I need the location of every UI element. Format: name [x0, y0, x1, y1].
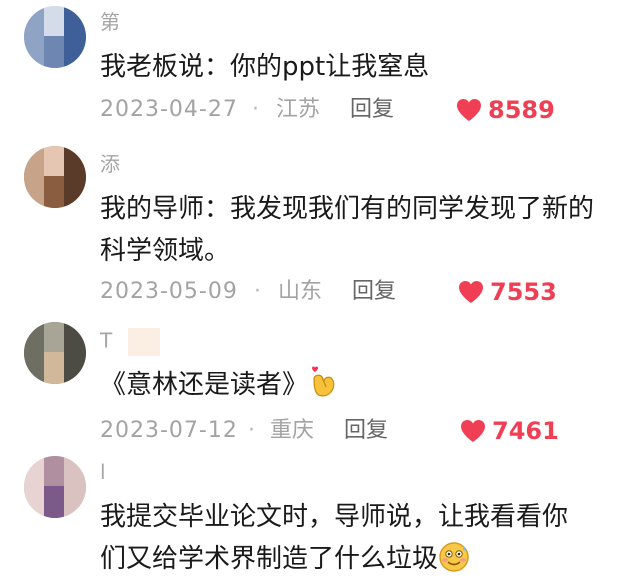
- username[interactable]: 添: [100, 152, 120, 176]
- like-count: 7553: [490, 278, 557, 306]
- separator-dot: ·: [248, 418, 255, 443]
- like-count: 7461: [492, 417, 559, 445]
- comment-meta: 2023-05-09 · 山东 回复 7553: [100, 277, 620, 307]
- name-mosaic: [128, 328, 161, 356]
- comment-text: 《意林还是读者》: [100, 364, 620, 412]
- comment-location: 重庆: [270, 418, 315, 443]
- like-button[interactable]: 8589: [456, 95, 555, 125]
- username[interactable]: 第: [100, 10, 120, 34]
- comment-item: T 《意林还是读者》 2023-07-12 · 重庆 回复 7461: [0, 320, 640, 454]
- reply-button[interactable]: 回复: [352, 277, 396, 307]
- comment-date: 2023-05-09: [100, 279, 238, 304]
- comment-item: 第 我老板说：你的ppt让我窒息 2023-04-27 · 江苏 回复 8589: [0, 0, 640, 140]
- comment-meta: 2023-07-12 · 重庆 回复 7461: [100, 416, 620, 446]
- comment-meta: 2023-04-27 · 江苏 回复 8589: [100, 95, 620, 125]
- comment-item: 添 我的导师：我发现我们有的同学发现了新的科学领域。 2023-05-09 · …: [0, 140, 640, 320]
- separator-dot: ·: [254, 279, 261, 304]
- comment-text: 我老板说：你的ppt让我窒息: [100, 52, 430, 82]
- heart-icon: [459, 281, 483, 303]
- comment-location: 山东: [278, 279, 323, 304]
- separator-dot: ·: [252, 97, 259, 122]
- comment-text: 我的导师：我发现我们有的同学发现了新的科学领域。: [100, 194, 595, 266]
- heart-icon: [457, 99, 481, 121]
- like-button[interactable]: 7553: [458, 277, 557, 307]
- finger-heart-emoji: [308, 365, 338, 412]
- comment-location: 江苏: [276, 97, 321, 122]
- like-button[interactable]: 7461: [460, 416, 559, 446]
- username-text: T: [100, 328, 113, 353]
- comment-date: 2023-07-12: [100, 418, 238, 443]
- like-count: 8589: [488, 96, 555, 124]
- reply-button[interactable]: 回复: [350, 95, 394, 125]
- comment-item: l 我提交毕业论文时，导师说，让我看看你们又给学术界制造了什么垃圾: [0, 454, 640, 586]
- avatar[interactable]: [24, 6, 86, 68]
- awkward-smile-emoji: [438, 541, 470, 586]
- comment-text-content: 《意林还是读者》: [100, 370, 309, 400]
- comment-date: 2023-04-27: [100, 97, 238, 122]
- username[interactable]: l: [100, 460, 106, 484]
- username[interactable]: T: [100, 328, 161, 356]
- comment-text: 我提交毕业论文时，导师说，让我看看你们又给学术界制造了什么垃圾: [100, 496, 580, 586]
- avatar[interactable]: [24, 322, 86, 384]
- comment-text-content: 我提交毕业论文时，导师说，让我看看你们又给学术界制造了什么垃圾: [100, 502, 569, 574]
- avatar[interactable]: [24, 456, 86, 518]
- reply-button[interactable]: 回复: [344, 416, 388, 446]
- heart-icon: [461, 420, 485, 442]
- avatar[interactable]: [24, 146, 86, 208]
